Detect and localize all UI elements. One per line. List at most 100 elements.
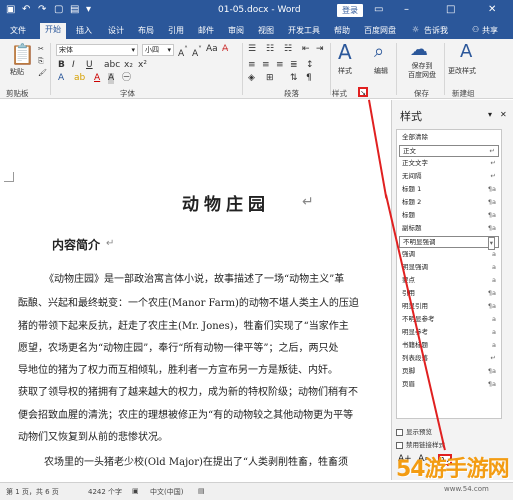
change-case-icon[interactable]: Aa [206, 44, 218, 55]
folder-icon[interactable]: ▤ [70, 4, 79, 16]
font-size-combo[interactable]: 小四 ▾ [142, 44, 174, 56]
tab-review[interactable]: 审阅 [228, 25, 244, 36]
tab-layout[interactable]: 布局 [138, 25, 154, 36]
styles-icon[interactable]: A [338, 42, 352, 62]
ribbon-options-icon[interactable]: ▭ [374, 4, 383, 16]
bullets-icon[interactable]: ☰ [248, 44, 256, 55]
cut-icon[interactable]: ✂ [38, 45, 44, 53]
close-icon[interactable]: ✕ [500, 110, 507, 119]
undo-icon[interactable]: ↶ [22, 4, 30, 16]
tab-view[interactable]: 视图 [258, 25, 274, 36]
style-item[interactable]: 页脚 ¶a [399, 366, 499, 378]
subscript-icon[interactable]: x₂ [124, 60, 133, 71]
save-icon[interactable]: ▣ [6, 4, 15, 16]
minimize-icon[interactable]: – [404, 4, 409, 16]
style-item[interactable]: 标题 2 ¶a [399, 197, 499, 209]
page-indicator[interactable]: 第 1 页，共 6 页 [6, 487, 59, 497]
justify-icon[interactable]: ≣ [290, 60, 298, 71]
paragraph-group-label: 段落 [284, 89, 299, 98]
find-icon[interactable]: ⌕ [374, 43, 384, 61]
login-button[interactable]: 登录 [337, 4, 363, 17]
decrease-indent-icon[interactable]: ⇤ [302, 44, 310, 55]
redo-icon[interactable]: ↷ [38, 4, 46, 16]
change-style-label[interactable]: 更改样式 [448, 66, 476, 76]
dropdown-icon[interactable]: ▾ [86, 4, 91, 16]
show-preview-checkbox[interactable]: 显示预览 [396, 426, 432, 436]
style-item-normal[interactable]: 正文 ↵ [399, 145, 499, 157]
tab-file[interactable]: 文件 [10, 25, 26, 36]
tab-mailings[interactable]: 邮件 [198, 25, 214, 36]
borders-icon[interactable]: ⊞ [266, 73, 274, 84]
style-item[interactable]: 强调 a [399, 249, 499, 261]
align-left-icon[interactable]: ≡ [248, 60, 256, 71]
increase-indent-icon[interactable]: ⇥ [316, 44, 324, 55]
copy-icon[interactable]: ⎘ [38, 57, 44, 66]
image-icon[interactable]: ▢ [54, 4, 63, 16]
cloud-save-icon[interactable]: ☁ [410, 41, 428, 59]
tab-insert[interactable]: 插入 [76, 25, 92, 36]
tab-home[interactable]: 开始 [40, 23, 66, 39]
edit-button-label[interactable]: 编辑 [374, 66, 388, 76]
highlight-icon[interactable]: ab [74, 73, 85, 84]
change-style-icon[interactable]: A [460, 43, 472, 61]
italic-button[interactable]: I [72, 60, 75, 71]
style-item[interactable]: 引用¶a [399, 288, 499, 300]
format-painter-icon[interactable]: 🖌 [38, 69, 47, 77]
superscript-icon[interactable]: x² [138, 60, 147, 71]
font-name-combo[interactable]: 宋体 ▾ [56, 44, 138, 56]
save-baidu-label[interactable]: 保存到 百度网盘 [402, 62, 442, 80]
text-effects-icon[interactable]: A [58, 73, 64, 84]
style-item[interactable]: 书籍标题 a [399, 340, 499, 352]
style-item-clear[interactable]: 全部清除 [399, 132, 499, 144]
strike-icon[interactable]: abc [104, 60, 120, 71]
align-right-icon[interactable]: ≡ [276, 60, 284, 71]
line-spacing-icon[interactable]: ↕ [306, 60, 314, 71]
maximize-icon[interactable]: □ [446, 4, 455, 16]
style-item-label: 书籍标题 [402, 341, 428, 349]
share-button[interactable]: 共享 [482, 25, 498, 36]
font-color-button[interactable]: A [94, 73, 100, 84]
style-item[interactable]: 正文文字 ↵ [399, 158, 499, 170]
style-item[interactable]: 页眉 ¶a [399, 379, 499, 391]
multilevel-icon[interactable]: ☵ [284, 44, 292, 55]
bold-button[interactable]: B [58, 60, 65, 71]
sort-icon[interactable]: ⇅ [290, 73, 298, 84]
tab-design[interactable]: 设计 [108, 25, 124, 36]
shading-icon[interactable]: ◈ [248, 73, 255, 84]
shrink-font-icon[interactable]: A˅ [192, 44, 202, 60]
checkbox-icon[interactable] [396, 428, 403, 436]
document-area[interactable] [0, 100, 390, 480]
style-item[interactable]: 要点 a [399, 275, 499, 287]
tab-developer[interactable]: 开发工具 [288, 25, 320, 36]
language[interactable]: 中文(中国) [150, 487, 183, 497]
word-count[interactable]: 4242 个字 [88, 487, 122, 497]
pane-options-icon[interactable]: ▾ [488, 110, 492, 119]
style-item[interactable]: 副标题 ¶a [399, 223, 499, 235]
style-item[interactable]: 明显强调 a [399, 262, 499, 274]
numbering-icon[interactable]: ☷ [266, 44, 274, 55]
style-item[interactable]: 无间隔 ↵ [399, 171, 499, 183]
tab-help[interactable]: 帮助 [334, 25, 350, 36]
enclose-char-icon[interactable]: ㊀ [122, 73, 131, 84]
show-marks-icon[interactable]: ¶ [306, 73, 312, 84]
paste-label[interactable]: 粘贴 [10, 67, 24, 77]
style-item[interactable]: 标题 ¶a [399, 210, 499, 222]
style-item[interactable]: 明显参考 a [399, 327, 499, 339]
align-center-icon[interactable]: ≡ [262, 60, 270, 71]
close-icon[interactable]: ✕ [488, 4, 496, 16]
style-item-hover[interactable]: 不明显强调 ▾ [399, 236, 499, 250]
char-shading-icon[interactable]: A [108, 73, 115, 84]
style-item[interactable]: 列表段落 ↵ [399, 353, 499, 365]
tell-me[interactable]: 告诉我 [424, 25, 448, 36]
paste-icon[interactable]: 📋 [10, 44, 35, 64]
underline-button[interactable]: U [86, 60, 93, 71]
tab-baidu[interactable]: 百度网盘 [364, 25, 396, 36]
clear-format-icon[interactable]: A̶ [222, 44, 228, 55]
style-dialog-launcher-icon[interactable]: ↘ [358, 87, 368, 97]
grow-font-icon[interactable]: A˄ [178, 44, 188, 60]
macro-icon[interactable]: ▤ [198, 487, 205, 495]
styles-button-label[interactable]: 样式 [338, 66, 352, 76]
proofing-icon[interactable]: ▣ [132, 487, 139, 495]
style-item[interactable]: 标题 1 ¶a [399, 184, 499, 196]
tab-references[interactable]: 引用 [168, 25, 184, 36]
